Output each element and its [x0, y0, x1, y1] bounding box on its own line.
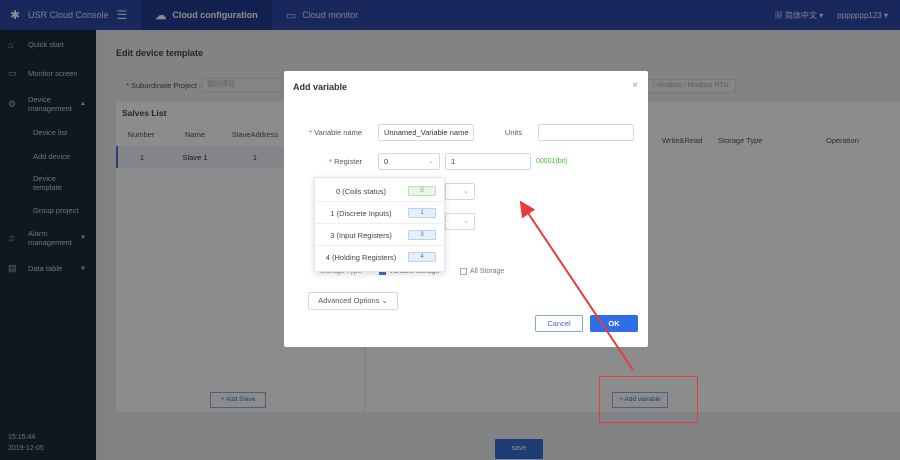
advanced-options-label: Advanced Options: [318, 296, 380, 305]
label-text: Register: [334, 157, 362, 166]
close-icon[interactable]: ×: [632, 80, 638, 91]
label-text: Variable name: [314, 128, 362, 137]
option-label: 4 (Holding Registers): [325, 253, 397, 262]
option-tag: 0: [408, 186, 436, 196]
hidden-select-1[interactable]: ⌄: [445, 183, 475, 200]
option-label: 0 (Coils status): [335, 187, 386, 196]
annotation-highlight-box: [599, 376, 698, 423]
register-hint: 00001(bit): [536, 158, 568, 165]
option-label: 3 (Input Registers): [330, 231, 392, 240]
all-storage-checkbox[interactable]: [460, 268, 467, 275]
ok-button[interactable]: OK: [590, 315, 638, 332]
all-storage-label: All Storage: [470, 268, 505, 275]
register-type-dropdown: 0 (Coils status) 0 1 (Discrete Inputs) 1…: [314, 177, 446, 272]
variable-name-input[interactable]: Unnamed_Variable name: [378, 124, 474, 141]
option-label: 1 (Discrete Inputs): [330, 209, 392, 218]
register-type-value: 0: [384, 157, 389, 166]
dialog-title: Add variable: [293, 82, 348, 92]
chevron-down-icon: ⌄: [463, 218, 469, 225]
dropdown-option-holding-registers[interactable]: 4 (Holding Registers) 4: [315, 246, 446, 268]
chevron-down-icon: ⌄: [428, 158, 434, 165]
dropdown-option-discrete-inputs[interactable]: 1 (Discrete Inputs) 1: [315, 202, 446, 224]
chevron-down-icon: ⌄: [381, 296, 388, 305]
hidden-select-2[interactable]: ⌄: [445, 213, 475, 230]
units-input[interactable]: [538, 124, 634, 141]
chevron-down-icon: ⌄: [463, 188, 469, 195]
register-type-select[interactable]: 0 ⌄: [378, 153, 440, 170]
units-label: Units: [504, 128, 522, 137]
option-tag: 3: [408, 230, 436, 240]
dropdown-option-coils[interactable]: 0 (Coils status) 0: [315, 180, 446, 202]
advanced-options-button[interactable]: Advanced Options ⌄: [308, 292, 398, 310]
register-address-input[interactable]: 1: [445, 153, 531, 170]
register-label: * Register: [329, 157, 362, 166]
option-tag: 1: [408, 208, 436, 218]
cancel-button[interactable]: Cancel: [535, 315, 583, 332]
dropdown-option-input-registers[interactable]: 3 (Input Registers) 3: [315, 224, 446, 246]
option-tag: 4: [408, 252, 436, 262]
variable-name-label: * Variable name: [309, 128, 362, 137]
